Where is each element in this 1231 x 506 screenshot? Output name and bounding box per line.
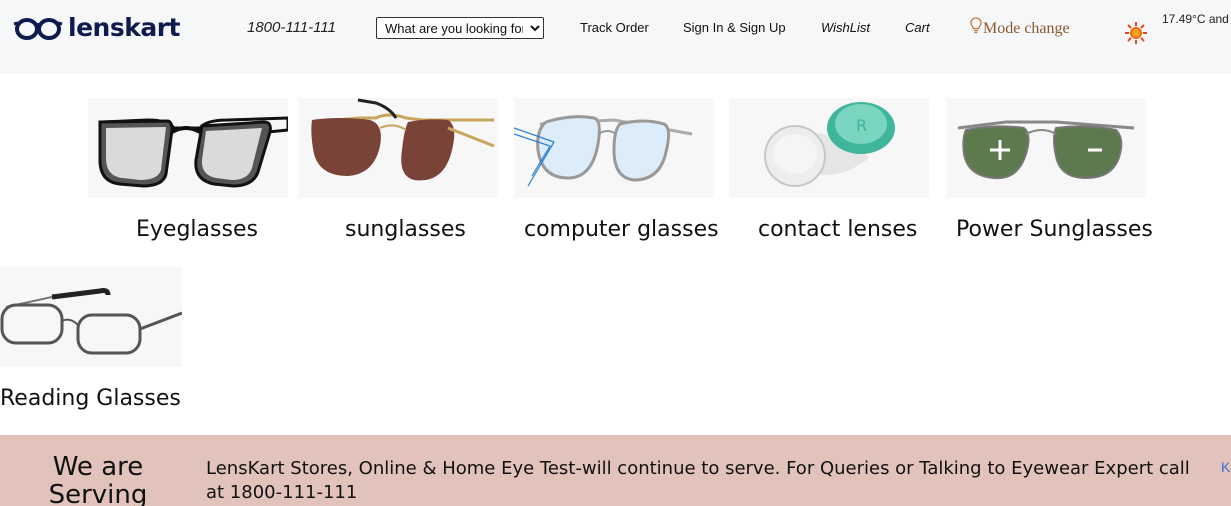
banner-link[interactable]: K: [1221, 459, 1230, 475]
phone-number: 1800-111-111: [247, 19, 336, 36]
category-label: contact lenses: [758, 217, 918, 242]
reading-glasses-icon: [0, 267, 183, 367]
category-label: Power Sunglasses: [956, 217, 1153, 242]
power-sunglasses-icon: [946, 98, 1146, 198]
cart-link[interactable]: Cart: [905, 20, 930, 35]
category-power-sunglasses[interactable]: Power Sunglasses: [946, 98, 1153, 242]
category-eyeglasses[interactable]: Eyeglasses: [88, 98, 290, 242]
mode-change-button[interactable]: Mode change: [970, 17, 1070, 40]
banner-message: LensKart Stores, Online & Home Eye Test-…: [206, 458, 1190, 503]
mode-change-label: Mode change: [983, 19, 1070, 37]
aviator-sunglasses-icon: [298, 98, 498, 198]
computer-glasses-icon: [513, 98, 714, 198]
weather-readout: 17.49°C and: [1162, 12, 1229, 26]
category-label: computer glasses: [524, 217, 719, 242]
category-contact-lenses[interactable]: R contact lenses: [729, 98, 929, 242]
category-label: Eyeglasses: [136, 217, 258, 242]
glasses-logo-icon: [12, 14, 64, 42]
svg-text:R: R: [856, 116, 867, 135]
sign-in-link[interactable]: Sign In & Sign Up: [683, 20, 786, 35]
site-header: lenskart 1800-111-111 What are you looki…: [0, 0, 1231, 74]
sun-icon: [1124, 21, 1148, 50]
track-order-link[interactable]: Track Order: [580, 20, 649, 35]
category-computer-glasses[interactable]: computer glasses: [513, 98, 719, 242]
service-banner: We are Serving LensKart Stores, Online &…: [0, 435, 1231, 506]
lenskart-logo[interactable]: lenskart: [12, 12, 180, 42]
search-select[interactable]: What are you looking for: [376, 17, 544, 39]
category-sunglasses[interactable]: sunglasses: [298, 98, 498, 242]
logo-text: lenskart: [68, 12, 180, 42]
category-label: sunglasses: [345, 217, 466, 242]
category-label: Reading Glasses: [0, 386, 181, 411]
lightbulb-icon: [970, 17, 983, 40]
contact-lens-case-icon: R: [729, 98, 929, 198]
eyeglasses-icon: [88, 98, 290, 198]
category-reading-glasses[interactable]: Reading Glasses: [0, 267, 183, 411]
banner-title: We are Serving: [48, 452, 148, 506]
wishlist-link[interactable]: WishList: [821, 20, 870, 35]
